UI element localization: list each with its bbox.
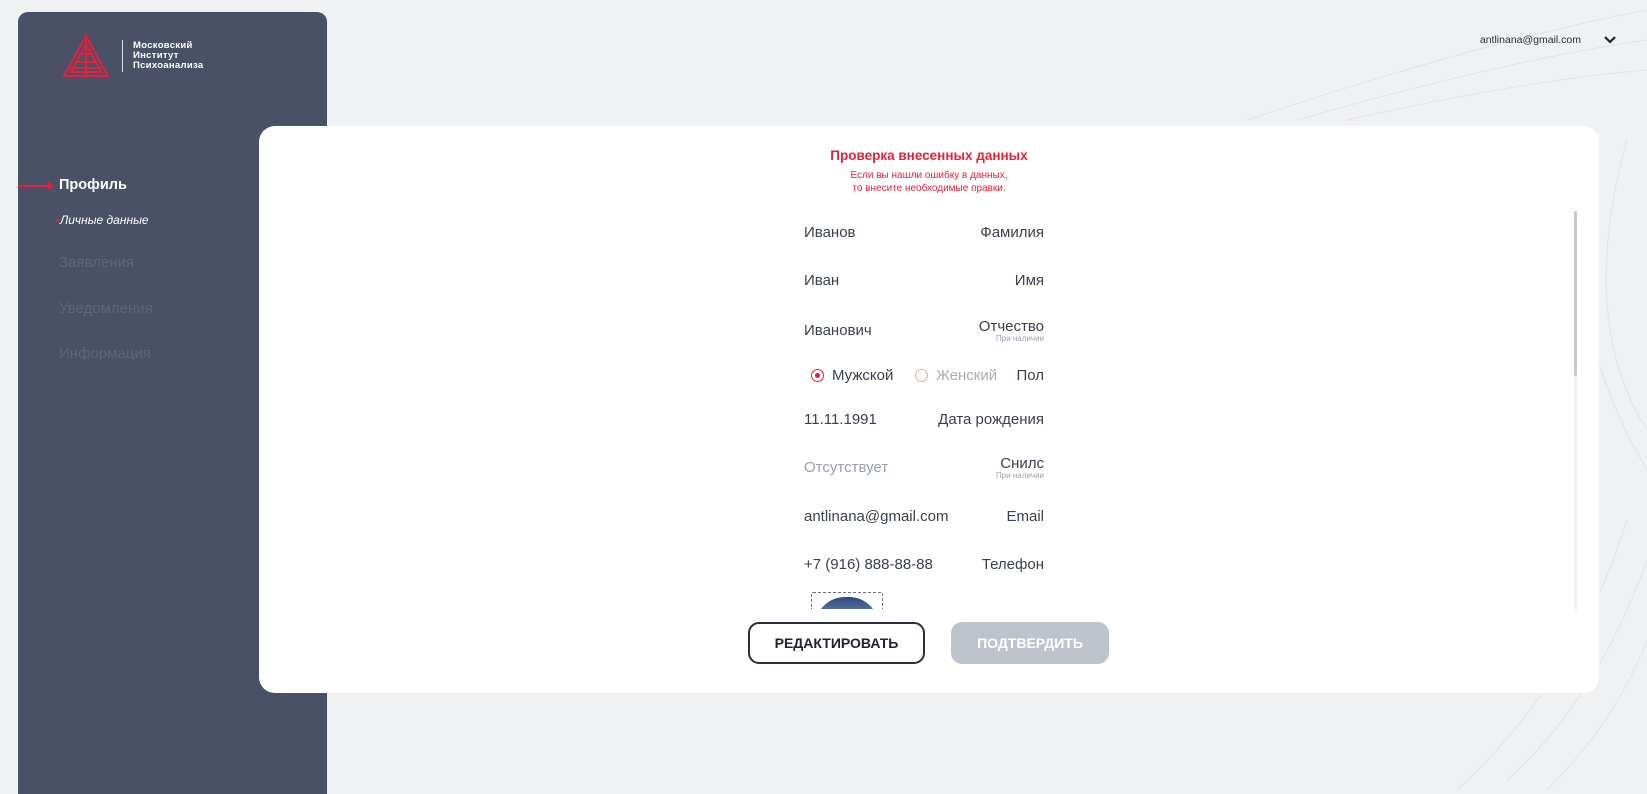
scrollbar-thumb[interactable] <box>1574 211 1577 376</box>
sidebar-item-profile-label: Профиль <box>59 177 127 193</box>
confirm-button[interactable]: ПОДТВЕРДИТЬ <box>951 622 1109 664</box>
photo-image <box>815 597 879 609</box>
field-value: Иванович <box>804 322 872 339</box>
card-subtitle-line: Если вы нашли ошибку в данных, <box>850 170 1008 181</box>
edit-button[interactable]: РЕДАКТИРОВАТЬ <box>748 622 925 664</box>
photo-thumbnail[interactable] <box>811 592 883 609</box>
field-value: Иван <box>804 272 840 289</box>
field-label-text: Снилс <box>1000 455 1044 472</box>
field-value: 11.11.1991 <box>804 411 877 428</box>
field-label-text: Отчество <box>978 318 1044 335</box>
data-review-card: Проверка внесенных данных Если вы нашли … <box>259 126 1599 693</box>
field-label: Отчество При наличии <box>979 318 1044 343</box>
card-title: Проверка внесенных данных <box>830 148 1028 163</box>
user-menu[interactable]: antlinana@gmail.com <box>1480 34 1617 46</box>
field-label: Телефон <box>981 556 1044 573</box>
card-subtitle: Если вы нашли ошибку в данных, то внесит… <box>259 169 1599 195</box>
field-label: Email <box>1006 508 1044 525</box>
logo-line: Психоанализа <box>133 60 204 71</box>
field-phone: Телефон +7 (916) 888-88-88 <box>259 556 1599 586</box>
radio-checked-icon <box>811 369 824 382</box>
logo-divider <box>122 40 123 72</box>
scrollbar[interactable] <box>1574 211 1577 611</box>
field-label: Дата рождения <box>938 411 1044 428</box>
field-surname: Фамилия Иванов <box>259 224 1599 254</box>
field-label: Пол <box>1016 367 1044 384</box>
field-name: Имя Иван <box>259 272 1599 302</box>
sidebar-subitem-personal-data[interactable]: Личные данные <box>56 213 149 227</box>
user-email: antlinana@gmail.com <box>1479 34 1581 46</box>
card-subtitle-line: то внесите необходимые правки. <box>852 183 1006 194</box>
field-value: +7 (916) 888-88-88 <box>804 556 933 573</box>
chevron-down-icon[interactable] <box>1603 35 1617 45</box>
field-patronymic: Отчество При наличии Иванович <box>259 318 1599 348</box>
field-value: Отсутствует <box>804 459 889 476</box>
logo-text: Московский Институт Психоанализа <box>133 41 203 71</box>
field-note: При наличии <box>996 471 1044 480</box>
field-label: Имя <box>1014 272 1044 289</box>
gender-radio-female[interactable]: Женский <box>915 367 997 384</box>
radio-label: Мужской <box>832 367 894 384</box>
sidebar-item-applications[interactable]: Заявления <box>59 254 134 271</box>
gender-radio-male[interactable]: Мужской <box>811 367 893 384</box>
active-arrow-icon <box>18 182 54 190</box>
field-note: При наличии <box>996 334 1044 343</box>
sidebar-item-notifications[interactable]: Уведомления <box>59 300 153 317</box>
sidebar-item-information[interactable]: Информация <box>59 345 151 362</box>
institute-logo-icon <box>62 34 110 77</box>
field-snils: Снилс При наличии Отсутствует <box>259 455 1599 485</box>
field-value: Иванов <box>804 224 856 241</box>
field-value: antlinana@gmail.com <box>804 508 949 525</box>
field-email: Email antlinana@gmail.com <box>259 508 1599 538</box>
radio-unchecked-icon <box>915 369 928 382</box>
field-label: Снилс При наличии <box>996 455 1044 480</box>
logo[interactable]: Московский Институт Психоанализа <box>62 34 203 78</box>
field-gender: Пол Мужской Женский <box>259 367 1599 397</box>
field-birthdate: Дата рождения 11.11.1991 <box>259 411 1599 441</box>
radio-label: Женский <box>936 367 998 384</box>
field-label: Фамилия <box>980 224 1044 241</box>
